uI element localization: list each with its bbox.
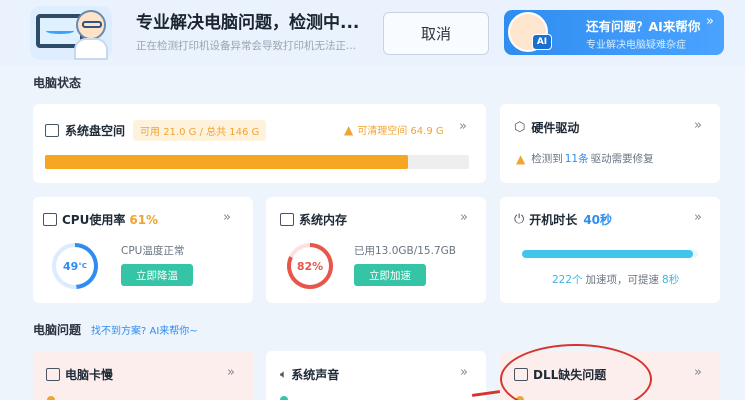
disk-progress-track: [45, 155, 469, 169]
page-subtitle: 正在检测打印机设备异常会导致打印机无法正...: [136, 40, 357, 52]
chevron-right-icon: »: [706, 14, 714, 29]
driver-detected-prefix: 检测到: [531, 153, 563, 165]
cpu-icon: [43, 213, 57, 226]
disk-icon: [45, 124, 59, 137]
problem-card-slow[interactable]: 电脑卡慢 »: [33, 351, 253, 400]
uptime-bar-track: [522, 250, 698, 258]
cpu-percent: 61%: [129, 212, 159, 227]
uptime-title: 开机时长: [529, 213, 578, 227]
uptime-bar-fill: [522, 250, 693, 258]
cpu-chevron-icon[interactable]: »: [223, 210, 231, 225]
ai-help-card[interactable]: AI 还有问题？AI来帮你 专业解决电脑疑难杂症 »: [504, 10, 724, 55]
disk-title: 系统盘空间: [65, 124, 126, 138]
section-title-problems: 电脑问题: [33, 323, 82, 337]
cpu-temp-status: CPU温度正常: [121, 245, 185, 257]
speaker-icon: 🔈︎: [280, 367, 288, 381]
driver-title: 硬件驱动: [531, 121, 580, 135]
memory-chevron-icon[interactable]: »: [460, 210, 468, 225]
speed-up-button[interactable]: 立即加速: [354, 264, 426, 286]
hexagon-icon: ⬡: [514, 120, 526, 135]
disk-cleanable: 可清理空间 64.9 G: [357, 126, 444, 137]
warning-icon: ▲: [344, 122, 354, 137]
doctor-coat-icon: [74, 38, 108, 60]
cool-down-button[interactable]: 立即降温: [121, 264, 193, 286]
disk-chevron-icon[interactable]: »: [459, 119, 467, 134]
memory-card[interactable]: 系统内存 » 82% 已用13.0GB/15.7GB 立即加速: [266, 197, 486, 303]
status-dot: [47, 396, 55, 400]
problem-chevron-icon[interactable]: »: [694, 365, 702, 380]
memory-title: 系统内存: [299, 213, 348, 227]
cpu-temp-gauge: 49 °C: [52, 243, 98, 289]
disk-usage-tag: 可用 21.0 G / 总共 146 G: [133, 120, 267, 141]
cpu-temp-value: 49: [63, 259, 79, 273]
page-title: 专业解决电脑问题，检测中...: [136, 13, 360, 33]
status-dot: [280, 396, 288, 400]
glasses-icon: [82, 21, 102, 28]
ai-badge: AI: [532, 34, 552, 50]
problem-title: 系统声音: [291, 368, 340, 382]
cpu-card[interactable]: CPU使用率 61% » 49 °C CPU温度正常 立即降温: [33, 197, 253, 303]
ai-help-subtitle: 专业解决电脑疑难杂症: [586, 40, 686, 51]
problems-hint-link[interactable]: 找不到方案? AI来帮你~: [91, 322, 198, 337]
uptime-card[interactable]: ⏻ 开机时长 40秒 » 222个 加速项，可提速 8秒: [500, 197, 720, 303]
driver-card[interactable]: ⬡ 硬件驱动 » ▲ 检测到 11条 驱动需要修复: [500, 104, 720, 183]
monitor-icon: [46, 368, 60, 381]
uptime-value: 40秒: [583, 213, 613, 227]
uptime-chevron-icon[interactable]: »: [694, 210, 702, 225]
memory-icon: [280, 213, 294, 226]
startup-count: 222个: [552, 274, 583, 286]
memory-usage: 已用13.0GB/15.7GB: [354, 245, 456, 257]
problem-chevron-icon[interactable]: »: [227, 365, 235, 380]
speedup-seconds: 8秒: [662, 274, 680, 286]
cpu-temp-unit: °C: [78, 262, 87, 270]
cpu-title: CPU使用率: [62, 213, 126, 227]
doctor-illustration: [30, 6, 112, 60]
ai-help-title: 还有问题？AI来帮你: [586, 19, 701, 34]
driver-count: 11条: [564, 153, 589, 165]
heartbeat-icon: [46, 28, 74, 34]
problem-card-sound[interactable]: 🔈︎ 系统声音 »: [266, 351, 486, 400]
disk-card[interactable]: 系统盘空间 可用 21.0 G / 总共 146 G ▲ 可清理空间 64.9 …: [33, 104, 486, 183]
memory-percent: 82%: [291, 247, 329, 285]
startup-mid-text: 加速项，可提速: [585, 274, 660, 286]
problem-chevron-icon[interactable]: »: [460, 365, 468, 380]
section-title-status: 电脑状态: [33, 76, 82, 90]
cancel-button[interactable]: 取消: [383, 12, 489, 55]
disk-progress-fill: [45, 155, 408, 169]
driver-chevron-icon[interactable]: »: [694, 118, 702, 133]
warning-icon: ▲: [516, 151, 526, 166]
power-icon: ⏻: [514, 212, 525, 227]
problem-title: 电脑卡慢: [65, 368, 114, 382]
driver-detected-suffix: 驱动需要修复: [590, 153, 654, 165]
memory-usage-gauge: 82%: [287, 243, 333, 289]
